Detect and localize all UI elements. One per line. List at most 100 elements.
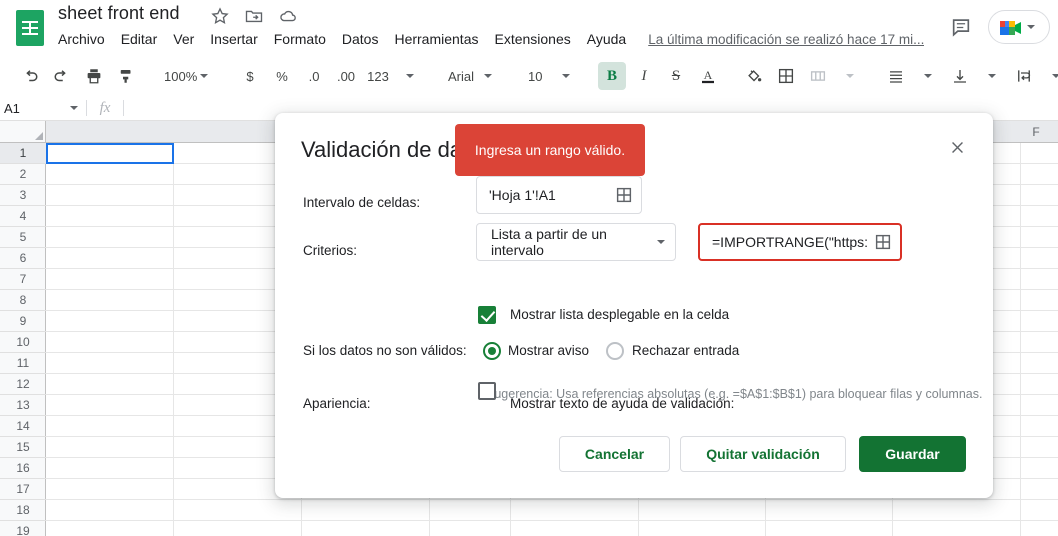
font-family-select[interactable]: Arial <box>442 62 474 90</box>
row-header-1[interactable]: 1 <box>0 143 46 164</box>
google-meet-button[interactable] <box>988 10 1050 44</box>
valign-dropdown-icon[interactable] <box>978 62 1006 90</box>
text-wrap-icon[interactable] <box>1010 62 1038 90</box>
row-header-17[interactable]: 17 <box>0 479 46 500</box>
print-icon[interactable] <box>80 62 108 90</box>
menu-item-formato[interactable]: Formato <box>266 29 334 49</box>
menu-item-editar[interactable]: Editar <box>113 29 166 49</box>
percent-format-button[interactable]: % <box>268 62 296 90</box>
toolbar: 100% $ % .0 .00 123 Arial 10 B I S A <box>0 56 1058 96</box>
bold-button[interactable]: B <box>598 62 626 90</box>
save-button[interactable]: Guardar <box>859 436 966 472</box>
row-header-18[interactable]: 18 <box>0 500 46 521</box>
number-format-dropdown-icon[interactable] <box>396 62 424 90</box>
vertical-align-icon[interactable] <box>946 62 974 90</box>
name-box[interactable]: A1 <box>0 96 86 120</box>
undo-icon[interactable] <box>16 62 44 90</box>
select-range-icon[interactable] <box>615 186 633 204</box>
menu-item-insertar[interactable]: Insertar <box>202 29 265 49</box>
italic-button[interactable]: I <box>630 62 658 90</box>
row-header-10[interactable]: 10 <box>0 332 46 353</box>
app-header: sheet front end Archivo Editar Ver Inser… <box>0 0 1058 56</box>
menu-item-ayuda[interactable]: Ayuda <box>579 29 634 49</box>
criteria-range-value: =IMPORTRANGE("https:/ <box>712 234 868 250</box>
criteria-type-value: Lista a partir de un intervalo <box>491 226 607 258</box>
radio-show-warning[interactable] <box>483 342 501 360</box>
row-header-4[interactable]: 4 <box>0 206 46 227</box>
increase-decimal-button[interactable]: .00 <box>332 62 360 90</box>
google-meet-icon <box>997 18 1023 37</box>
row-header-2[interactable]: 2 <box>0 164 46 185</box>
show-help-text-checkbox[interactable] <box>478 382 496 400</box>
fx-icon[interactable]: fx <box>87 100 123 117</box>
remove-validation-button[interactable]: Quitar validación <box>680 436 846 472</box>
row-header-5[interactable]: 5 <box>0 227 46 248</box>
menu-item-herramientas[interactable]: Herramientas <box>386 29 486 49</box>
font-dropdown-icon[interactable] <box>474 62 502 90</box>
number-format-button[interactable]: 123 <box>364 62 392 90</box>
row-header-13[interactable]: 13 <box>0 395 46 416</box>
appearance-label: Apariencia: <box>303 396 371 411</box>
svg-text:A: A <box>704 68 713 82</box>
cancel-button[interactable]: Cancelar <box>559 436 670 472</box>
criteria-type-select[interactable]: Lista a partir de un intervalo <box>476 223 676 261</box>
radio-show-warning-label[interactable]: Mostrar aviso <box>508 343 589 358</box>
row-header-19[interactable]: 19 <box>0 521 46 536</box>
last-edit-link[interactable]: La última modificación se realizó hace 1… <box>648 32 924 47</box>
menu-item-extensiones[interactable]: Extensiones <box>486 29 578 49</box>
fill-color-icon[interactable] <box>740 62 768 90</box>
radio-reject-input-label[interactable]: Rechazar entrada <box>632 343 739 358</box>
strikethrough-button[interactable]: S <box>662 62 690 90</box>
move-to-folder-icon[interactable] <box>244 6 264 26</box>
show-help-text-label[interactable]: Mostrar texto de ayuda de validación: <box>510 396 734 411</box>
zoom-level[interactable]: 100% <box>158 62 197 90</box>
criteria-range-input[interactable]: =IMPORTRANGE("https:/ <box>698 223 902 261</box>
horizontal-align-icon[interactable] <box>882 62 910 90</box>
sheets-logo-icon[interactable] <box>12 8 48 48</box>
chevron-down-icon <box>657 240 665 244</box>
document-title[interactable]: sheet front end <box>58 3 180 24</box>
wrap-dropdown-icon[interactable] <box>1042 62 1058 90</box>
currency-format-button[interactable]: $ <box>236 62 264 90</box>
star-icon[interactable] <box>210 6 230 26</box>
zoom-dropdown-icon[interactable] <box>190 62 218 90</box>
select-range-icon[interactable] <box>874 233 892 251</box>
menu-item-archivo[interactable]: Archivo <box>58 29 113 49</box>
row-header-12[interactable]: 12 <box>0 374 46 395</box>
text-color-button[interactable]: A <box>694 62 722 90</box>
row-header-3[interactable]: 3 <box>0 185 46 206</box>
row-header-11[interactable]: 11 <box>0 353 46 374</box>
name-box-value: A1 <box>4 100 20 116</box>
decrease-decimal-button[interactable]: .0 <box>300 62 328 90</box>
row-header-8[interactable]: 8 <box>0 290 46 311</box>
cell-range-input[interactable]: 'Hoja 1'!A1 <box>476 176 642 214</box>
close-icon[interactable] <box>941 131 973 163</box>
criteria-label: Criterios: <box>303 243 358 258</box>
data-validation-dialog: Validación de datos Ingresa un rango vál… <box>275 113 993 498</box>
menu-item-ver[interactable]: Ver <box>165 29 202 49</box>
row-header-9[interactable]: 9 <box>0 311 46 332</box>
row-header-15[interactable]: 15 <box>0 437 46 458</box>
show-dropdown-checkbox[interactable] <box>478 306 496 324</box>
row-header-14[interactable]: 14 <box>0 416 46 437</box>
row-header-16[interactable]: 16 <box>0 458 46 479</box>
borders-icon[interactable] <box>772 62 800 90</box>
menu-item-datos[interactable]: Datos <box>334 29 387 49</box>
show-dropdown-label[interactable]: Mostrar lista desplegable en la celda <box>510 307 729 322</box>
paint-format-icon[interactable] <box>112 62 140 90</box>
halign-dropdown-icon[interactable] <box>914 62 942 90</box>
selected-cell-a1[interactable] <box>46 143 174 164</box>
name-box-dropdown-icon[interactable] <box>70 106 78 110</box>
cell-range-label: Intervalo de celdas: <box>303 195 421 210</box>
redo-icon[interactable] <box>48 62 76 90</box>
cloud-saved-icon[interactable] <box>278 6 298 26</box>
merge-cells-icon[interactable] <box>804 62 832 90</box>
radio-reject-input[interactable] <box>606 342 624 360</box>
comment-icon[interactable] <box>944 10 978 44</box>
row-header-7[interactable]: 7 <box>0 269 46 290</box>
merge-dropdown-icon[interactable] <box>836 62 864 90</box>
font-size-select[interactable]: 10 <box>520 62 548 90</box>
select-all-corner[interactable] <box>0 121 46 143</box>
font-size-dropdown-icon[interactable] <box>552 62 580 90</box>
row-header-6[interactable]: 6 <box>0 248 46 269</box>
